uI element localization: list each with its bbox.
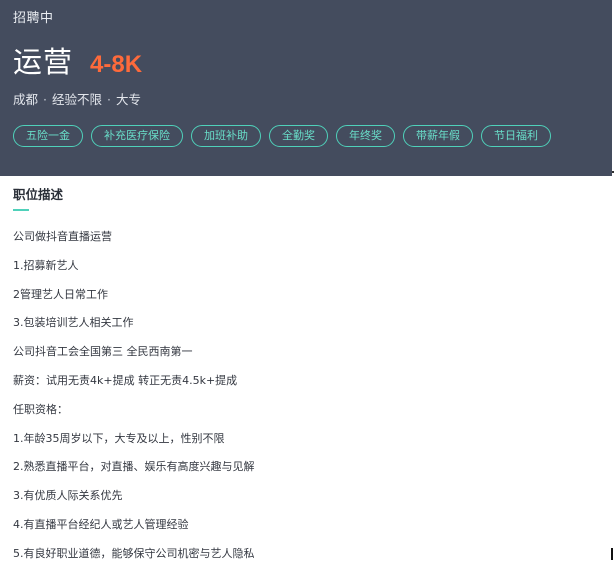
benefit-tag: 节日福利 xyxy=(481,125,551,147)
benefit-tag: 五险一金 xyxy=(13,125,83,147)
section-underline xyxy=(13,209,29,211)
description-line: 2管理艺人日常工作 xyxy=(13,287,108,301)
meta-separator: · xyxy=(43,92,47,107)
location-text: 成都 xyxy=(13,92,39,107)
benefit-tag: 加班补助 xyxy=(191,125,261,147)
description-line: 1.年龄35周岁以下，大专及以上，性别不限 xyxy=(13,431,225,445)
benefit-tag: 补充医疗保险 xyxy=(91,125,183,147)
job-description: 职位描述 公司做抖音直播运营 1.招募新艺人 2管理艺人日常工作 3.包装培训艺… xyxy=(13,187,603,576)
experience-text: 经验不限 xyxy=(52,92,103,107)
description-line: 公司抖音工会全国第三 全民西南第一 xyxy=(13,345,193,359)
salary-range: 4-8K xyxy=(90,51,143,78)
job-header: 招聘中 运营 4-8K 成都 · 经验不限 · 大专 五险一金 补充医疗保险 加班补助 … xyxy=(0,0,612,176)
description-line: 公司做抖音直播运营 xyxy=(13,230,112,243)
description-line: 5.有良好职业道德，能够保守公司机密与艺人隐私 xyxy=(13,546,255,560)
description-line: 薪资：试用无责4k+提成 转正无责4.5k+提成 xyxy=(13,373,238,387)
title-row: 运营 4-8K xyxy=(13,39,142,81)
description-line: 3.有优质人际关系优先 xyxy=(13,489,123,503)
job-title: 运营 xyxy=(13,45,74,79)
description-line: 3.包装培训艺人相关工作 xyxy=(13,316,134,330)
section-title: 职位描述 xyxy=(13,187,64,202)
description-line: 2.熟悉直播平台，对直播、娱乐有高度兴趣与见解 xyxy=(13,460,255,474)
benefit-tags: 五险一金 补充医疗保险 加班补助 全勤奖 年终奖 带薪年假 节日福利 xyxy=(13,125,551,147)
edge-mark xyxy=(611,548,613,560)
benefit-tag: 带薪年假 xyxy=(403,125,473,147)
description-line: 4.有直播平台经纪人或艺人管理经验 xyxy=(13,517,189,531)
edge-mark xyxy=(612,171,614,173)
benefit-tag: 年终奖 xyxy=(336,125,395,147)
description-line: 1.招募新艺人 xyxy=(13,258,79,272)
education-text: 大专 xyxy=(116,92,142,107)
description-line: 任职资格： xyxy=(13,402,68,416)
job-meta: 成都 · 经验不限 · 大专 xyxy=(13,89,141,108)
job-status: 招聘中 xyxy=(13,11,54,26)
benefit-tag: 全勤奖 xyxy=(269,125,328,147)
meta-separator: · xyxy=(107,92,111,107)
